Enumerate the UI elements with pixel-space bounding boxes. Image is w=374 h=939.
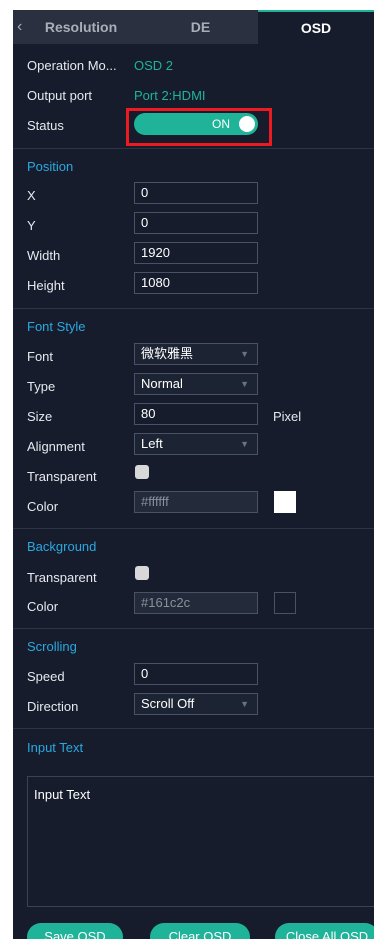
input-text-title: Input Text: [27, 740, 84, 755]
x-label: X: [27, 188, 36, 203]
divider: [13, 728, 374, 729]
chevron-left-icon[interactable]: ‹: [17, 10, 31, 44]
size-input[interactable]: 80: [134, 403, 258, 425]
type-select-value: Normal: [141, 376, 183, 391]
scrolling-title: Scrolling: [27, 639, 77, 654]
caret-down-icon: ▼: [240, 349, 249, 359]
font-color-swatch[interactable]: [274, 491, 296, 513]
font-color-label: Color: [27, 499, 59, 514]
speed-input[interactable]: 0: [134, 663, 258, 685]
output-port-label: Output port: [27, 88, 93, 103]
divider: [13, 628, 374, 629]
direction-select-value: Scroll Off: [141, 696, 195, 711]
x-input[interactable]: 0: [134, 182, 258, 204]
tab-de[interactable]: DE: [143, 10, 258, 44]
background-color-swatch[interactable]: [274, 592, 296, 614]
operation-mode-label: Operation Mo...: [27, 58, 117, 73]
font-label: Font: [27, 349, 54, 364]
operation-mode-value: OSD 2: [134, 58, 174, 73]
caret-down-icon: ▼: [240, 699, 249, 709]
tab-resolution[interactable]: Resolution: [31, 10, 131, 44]
divider: [13, 528, 374, 529]
divider: [13, 148, 374, 149]
background-color-input[interactable]: #161c2c: [134, 592, 258, 614]
osd-panel: ‹ Resolution DE OSD Operation Mo... OSD …: [13, 10, 374, 939]
font-transparent-label: Transparent: [27, 469, 97, 484]
background-color-label: Color: [27, 599, 59, 614]
width-input[interactable]: 1920: [134, 242, 258, 264]
type-select[interactable]: Normal ▼: [134, 373, 258, 395]
alignment-select-value: Left: [141, 436, 163, 451]
width-label: Width: [27, 248, 61, 263]
save-osd-button[interactable]: Save OSD: [27, 923, 123, 939]
background-transparent-label: Transparent: [27, 570, 97, 585]
alignment-select[interactable]: Left ▼: [134, 433, 258, 455]
height-input[interactable]: 1080: [134, 272, 258, 294]
position-title: Position: [27, 159, 74, 174]
tab-osd[interactable]: OSD: [258, 10, 374, 44]
caret-down-icon: ▼: [240, 379, 249, 389]
font-select[interactable]: 微软雅黑 ▼: [134, 343, 258, 365]
size-label: Size: [27, 409, 53, 424]
font-select-value: 微软雅黑: [141, 346, 194, 361]
close-all-osd-button[interactable]: Close All OSD: [275, 923, 374, 939]
direction-select[interactable]: Scroll Off ▼: [134, 693, 258, 715]
size-unit: Pixel: [273, 409, 302, 424]
background-title: Background: [27, 539, 97, 554]
direction-label: Direction: [27, 699, 79, 714]
type-label: Type: [27, 379, 56, 394]
status-label: Status: [27, 118, 64, 133]
speed-label: Speed: [27, 669, 65, 684]
output-port-value: Port 2:HDMI: [134, 88, 206, 103]
y-input[interactable]: 0: [134, 212, 258, 234]
font-style-title: Font Style: [27, 319, 86, 334]
tab-bar: ‹ Resolution DE OSD: [13, 10, 374, 44]
font-color-input[interactable]: #ffffff: [134, 491, 258, 513]
font-transparent-checkbox[interactable]: [135, 465, 149, 479]
y-label: Y: [27, 218, 36, 233]
input-text-area[interactable]: Input Text: [27, 776, 374, 907]
height-label: Height: [27, 278, 65, 293]
background-transparent-checkbox[interactable]: [135, 566, 149, 580]
caret-down-icon: ▼: [240, 439, 249, 449]
highlight-box: [126, 108, 272, 146]
clear-osd-button[interactable]: Clear OSD: [150, 923, 250, 939]
alignment-label: Alignment: [27, 439, 85, 454]
divider: [13, 308, 374, 309]
